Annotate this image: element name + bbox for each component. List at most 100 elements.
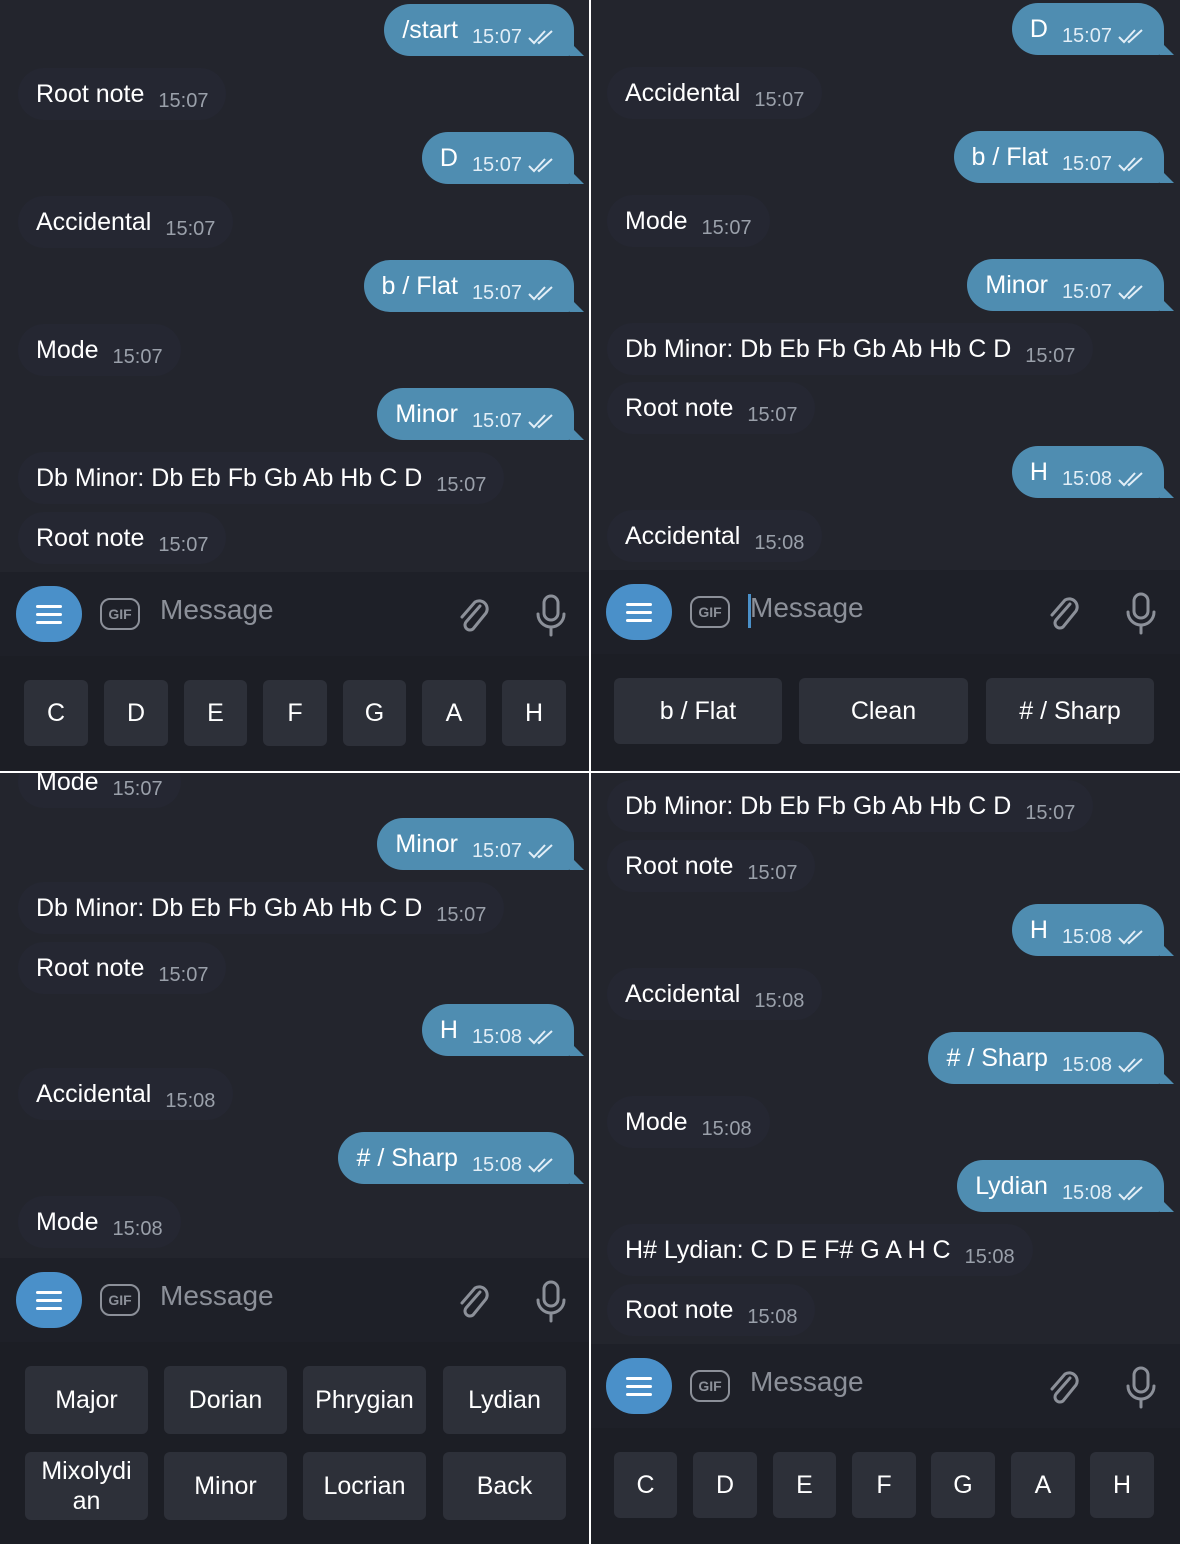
keyboard-button[interactable]: A [1011,1452,1075,1518]
keyboard-button[interactable]: H [502,680,566,746]
keyboard-button[interactable]: Locrian [303,1452,426,1520]
message-list: Mode 15:07 Minor 15:07 Db Minor: Db Eb F… [0,772,590,1258]
message-time: 15:07 [158,963,209,986]
message-incoming: Root note 15:07 [18,942,227,994]
message-outgoing: H 15:08 [421,1004,585,1056]
keyboard-button[interactable]: Phrygian [303,1366,426,1434]
message-text: Accidental [625,521,741,550]
message-text: Mode [625,1107,688,1136]
message-incoming: Root note 15:07 [18,68,227,120]
double-check-icon [1118,28,1146,44]
message-time: 15:08 [747,1305,798,1328]
keyboard-button[interactable]: H [1090,1452,1154,1518]
message-time: 15:07 [701,216,752,239]
double-check-icon [528,413,556,429]
message-incoming: Root note 15:07 [607,382,816,434]
keyboard-button[interactable]: Minor [164,1452,287,1520]
double-check-icon [1118,156,1146,172]
double-check-icon [1118,1185,1146,1201]
message-text: Root note [625,393,734,422]
message-time: 15:08 [165,1089,216,1112]
message-input[interactable]: Message [160,1280,274,1312]
gif-icon[interactable]: GIF [100,598,140,630]
message-incoming: Accidental 15:07 [18,196,234,248]
gif-icon[interactable]: GIF [100,1284,140,1316]
keyboard-button[interactable]: Lydian [443,1366,566,1434]
bot-menu-button[interactable] [16,1272,82,1328]
message-outgoing: H 15:08 [1011,904,1175,956]
message-incoming: Mode 15:08 [18,1196,181,1248]
message-text: Minor [395,399,458,428]
message-time: 15:07 [1025,801,1076,824]
keyboard-button[interactable]: A [422,680,486,746]
microphone-icon[interactable] [1125,592,1157,641]
paperclip-icon[interactable] [1046,1368,1080,1411]
message-text: Accidental [625,979,741,1008]
message-text: Accidental [36,207,152,236]
message-incoming: H# Lydian: C D E F# G A H C 15:08 [607,1224,1033,1276]
paperclip-icon[interactable] [456,596,490,639]
message-text: Root note [625,1295,734,1324]
microphone-icon[interactable] [535,594,567,643]
message-time: 15:07 [471,25,522,48]
message-time: 15:07 [436,903,487,926]
keyboard-button[interactable]: Back [443,1452,566,1520]
bot-menu-button[interactable] [16,586,82,642]
message-time: 15:07 [1061,152,1112,175]
message-incoming: Root note 15:08 [607,1284,816,1336]
bot-menu-button[interactable] [606,1358,672,1414]
keyboard-button[interactable]: Mixolydi an [25,1452,148,1520]
keyboard-button[interactable]: b / Flat [614,678,782,744]
double-check-icon [1118,929,1146,945]
keyboard-button[interactable]: E [773,1452,836,1518]
message-time: 15:07 [158,89,209,112]
message-text: Minor [395,829,458,858]
chat-panel-2: D 15:07 Accidental 15:07 b / Flat 15:07 … [590,0,1180,772]
keyboard-button[interactable]: Dorian [164,1366,287,1434]
keyboard-button[interactable]: Clean [799,678,968,744]
keyboard-button[interactable]: # / Sharp [986,678,1154,744]
message-time: 15:07 [471,839,522,862]
microphone-icon[interactable] [1125,1366,1157,1415]
message-text: Db Minor: Db Eb Fb Gb Ab Hb C D [36,893,423,922]
keyboard-button[interactable]: F [852,1452,916,1518]
message-text: Db Minor: Db Eb Fb Gb Ab Hb C D [625,791,1012,820]
message-input[interactable]: Message [750,592,864,624]
gif-icon[interactable]: GIF [690,596,730,628]
keyboard-button[interactable]: F [263,680,327,746]
keyboard-button[interactable]: C [24,680,88,746]
keyboard-button[interactable]: G [931,1452,995,1518]
message-time: 15:07 [1061,280,1112,303]
message-text: Mode [36,1207,99,1236]
keyboard-button[interactable]: D [104,680,168,746]
bot-menu-button[interactable] [606,584,672,640]
microphone-icon[interactable] [535,1280,567,1329]
gif-icon[interactable]: GIF [690,1370,730,1402]
bot-keyboard: C D E F G A H [590,1428,1180,1544]
message-input[interactable]: Message [750,1366,864,1398]
message-incoming: Mode 15:07 [607,195,770,247]
message-text: Mode [36,772,99,796]
message-outgoing: Minor 15:07 [377,388,584,440]
double-check-icon [528,29,556,45]
message-time: 15:08 [754,531,805,554]
message-text: Db Minor: Db Eb Fb Gb Ab Hb C D [36,463,423,492]
paperclip-icon[interactable] [456,1282,490,1325]
paperclip-icon[interactable] [1046,594,1080,637]
keyboard-button[interactable]: Major [25,1366,148,1434]
message-time: 15:08 [471,1025,522,1048]
message-outgoing: D 15:07 [421,132,585,184]
composer-bar: GIF Message [0,572,590,656]
keyboard-button[interactable]: E [184,680,247,746]
message-text: # / Sharp [356,1143,458,1172]
keyboard-button[interactable]: D [693,1452,757,1518]
message-time: 15:08 [701,1117,752,1140]
keyboard-button[interactable]: G [343,680,406,746]
message-incoming: Db Minor: Db Eb Fb Gb Ab Hb C D 15:07 [18,452,505,504]
composer-bar: GIF Message [590,1344,1180,1428]
double-check-icon [528,843,556,859]
message-list: /start 15:07 Root note 15:07 D 15:07 Acc… [0,0,590,572]
message-time: 15:07 [471,409,522,432]
message-input[interactable]: Message [160,594,274,626]
keyboard-button[interactable]: C [614,1452,677,1518]
